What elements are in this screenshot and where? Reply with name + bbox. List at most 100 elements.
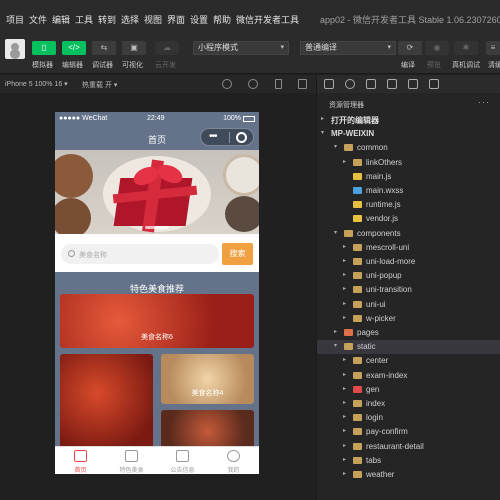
popout-icon[interactable]	[298, 79, 307, 89]
chevron-right-icon[interactable]: ▸	[321, 115, 324, 122]
menu-file[interactable]: 文件	[29, 13, 47, 26]
explorer-section[interactable]: ▸ 打开的编辑器	[317, 113, 500, 127]
debug-icon[interactable]	[408, 79, 418, 89]
tree-item[interactable]: ▾ common	[317, 141, 500, 155]
record-icon[interactable]	[248, 79, 258, 89]
tree-item[interactable]: ▾ static	[317, 340, 500, 355]
chevron-right-icon[interactable]: ▸	[343, 456, 346, 463]
chevron-right-icon[interactable]: ▸	[343, 356, 346, 363]
tree-item[interactable]: ▸ tabs	[317, 454, 500, 468]
chevron-right-icon[interactable]: ▸	[343, 257, 346, 264]
more-icon[interactable]: •••	[209, 131, 217, 142]
tree-item[interactable]: ▸ center	[317, 354, 500, 368]
menu-goto[interactable]: 转到	[98, 13, 116, 26]
menu-view[interactable]: 视图	[144, 13, 162, 26]
tree-item[interactable]: ▸ uni-load-more	[317, 255, 500, 269]
chevron-right-icon[interactable]: ▸	[343, 371, 346, 378]
menu-capsule[interactable]: •••	[200, 128, 254, 146]
tab-home[interactable]: 首页	[55, 447, 106, 474]
menu-wechat-devtools[interactable]: 微信开发者工具	[236, 13, 299, 26]
menu-edit[interactable]: 编辑	[52, 13, 70, 26]
tree-item[interactable]: ▸ login	[317, 411, 500, 425]
chevron-right-icon[interactable]: ▸	[343, 399, 346, 406]
preview-button[interactable]: ◉	[425, 41, 449, 55]
chevron-right-icon[interactable]: ▸	[343, 158, 346, 165]
chevron-down-icon[interactable]: ▾	[334, 143, 337, 150]
visualize-toggle-button[interactable]: ▣	[122, 41, 146, 55]
chevron-right-icon[interactable]: ▸	[343, 243, 346, 250]
chevron-right-icon[interactable]: ▸	[343, 314, 346, 321]
tree-item[interactable]: main.js	[317, 170, 500, 184]
tree-item[interactable]: ▾ components	[317, 227, 500, 241]
explorer-section[interactable]: ▾ MP-WEIXIN	[317, 127, 500, 141]
tree-item[interactable]: ▸ restaurant-detail	[317, 440, 500, 454]
compile-button[interactable]: ⟳	[398, 41, 422, 55]
cloud-dev-button[interactable]: ☁	[155, 41, 179, 55]
search-icon[interactable]	[345, 79, 355, 89]
chevron-right-icon[interactable]: ▸	[343, 300, 346, 307]
chevron-right-icon[interactable]: ▸	[343, 427, 346, 434]
mode-select[interactable]: 小程序模式 ▾	[193, 41, 289, 55]
tree-item[interactable]: ▸ uni-ui	[317, 298, 500, 312]
more-icon[interactable]: ···	[478, 97, 490, 107]
tree-item[interactable]: ▸ uni-transition	[317, 283, 500, 297]
tree-item[interactable]: ▸ weather	[317, 468, 500, 482]
files-icon[interactable]	[324, 79, 334, 89]
rotate-icon[interactable]	[222, 79, 232, 89]
search-input[interactable]: 美食名称	[61, 244, 219, 264]
menu-project[interactable]: 项目	[6, 13, 24, 26]
chevron-down-icon[interactable]: ▾	[334, 342, 337, 349]
cloud-icon[interactable]	[429, 79, 439, 89]
tree-item[interactable]: ▸ index	[317, 397, 500, 411]
chevron-right-icon[interactable]: ▸	[334, 328, 337, 335]
chevron-right-icon[interactable]: ▸	[343, 442, 346, 449]
chevron-down-icon[interactable]: ▾	[321, 129, 324, 136]
debugger-toggle-button[interactable]: ⇆	[92, 41, 116, 55]
tree-item[interactable]: ▸ w-picker	[317, 312, 500, 326]
food-card[interactable]	[60, 354, 153, 452]
tree-item[interactable]: ▸ pages	[317, 326, 500, 340]
chevron-right-icon[interactable]: ▸	[343, 285, 346, 292]
tree-item[interactable]: ▸ uni-popup	[317, 269, 500, 283]
tab-announcements[interactable]: 公告信息	[157, 447, 208, 474]
simulator-toggle-button[interactable]: ▯	[32, 41, 56, 55]
tree-item[interactable]: ▸ mescroll-uni	[317, 241, 500, 255]
tree-item[interactable]: ▸ pay-confirm	[317, 425, 500, 439]
editor-toggle-button[interactable]: </>	[62, 41, 86, 55]
device-select[interactable]: iPhone 5 100% 16 ▾	[5, 80, 68, 88]
tree-item[interactable]: runtime.js	[317, 198, 500, 212]
avatar[interactable]	[5, 39, 25, 59]
compile-select[interactable]: 普通编译 ▾	[300, 41, 396, 55]
phone-icon[interactable]	[275, 79, 282, 89]
source-control-icon[interactable]	[366, 79, 376, 89]
chevron-right-icon[interactable]: ▸	[343, 271, 346, 278]
visualize-label: 可视化	[122, 62, 143, 69]
food-card[interactable]: 美食名称4	[161, 354, 254, 404]
tree-item[interactable]: vendor.js	[317, 212, 500, 226]
menu-interface[interactable]: 界面	[167, 13, 185, 26]
folder-icon	[353, 442, 362, 450]
chevron-down-icon[interactable]: ▾	[334, 229, 337, 236]
chevron-right-icon[interactable]: ▸	[343, 470, 346, 477]
phone-simulator[interactable]: ●●●●● WeChat 22:49 100% 首页 ••• 美食名称 搜索 特	[55, 112, 259, 474]
chevron-right-icon[interactable]: ▸	[343, 413, 346, 420]
extensions-icon[interactable]	[387, 79, 397, 89]
tab-featured-food[interactable]: 特色美食	[106, 447, 157, 474]
tab-mine[interactable]: 我的	[208, 447, 259, 474]
chevron-right-icon[interactable]: ▸	[343, 385, 346, 392]
tree-item[interactable]: ▸ linkOthers	[317, 156, 500, 170]
menu-settings[interactable]: 设置	[190, 13, 208, 26]
food-card[interactable]: 美食名称6	[60, 294, 254, 348]
tree-item[interactable]: ▸ gen	[317, 383, 500, 397]
banner-carousel[interactable]	[55, 150, 259, 234]
menu-tools[interactable]: 工具	[75, 13, 93, 26]
remote-debug-button[interactable]: ✱	[454, 41, 478, 55]
menu-help[interactable]: 帮助	[213, 13, 231, 26]
close-icon[interactable]	[236, 132, 247, 143]
hot-reload-toggle[interactable]: 热重载 开 ▾	[82, 80, 117, 90]
search-button[interactable]: 搜索	[222, 243, 253, 265]
clear-cache-button[interactable]: ≡	[486, 41, 500, 55]
menu-select[interactable]: 选择	[121, 13, 139, 26]
tree-item[interactable]: main.wxss	[317, 184, 500, 198]
tree-item[interactable]: ▸ exam-index	[317, 369, 500, 383]
